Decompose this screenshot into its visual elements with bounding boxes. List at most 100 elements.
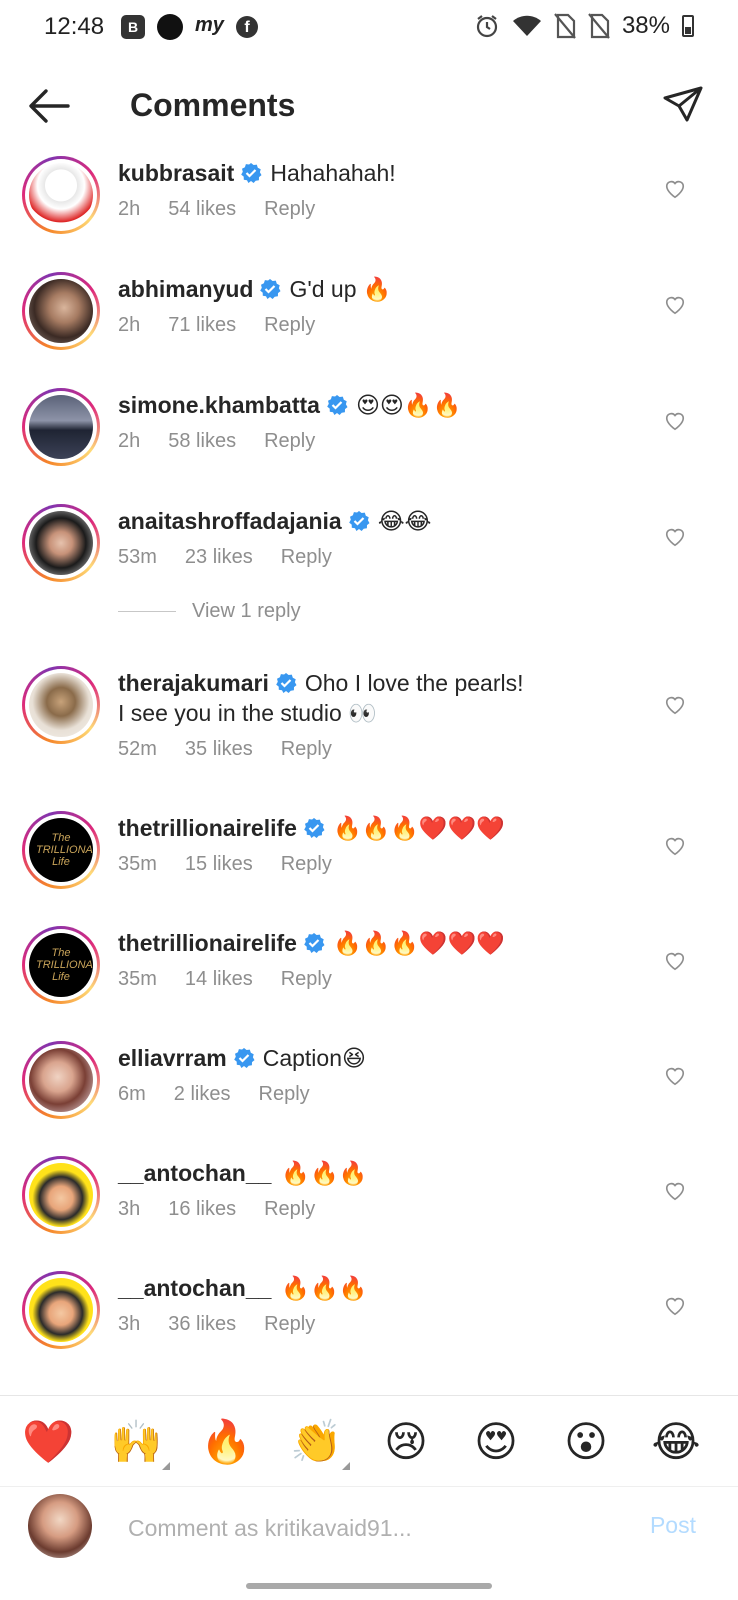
comment-time: 3h	[118, 1198, 141, 1220]
comment-likes[interactable]: 54 likes	[168, 198, 236, 221]
avatar[interactable]	[22, 1156, 100, 1234]
avatar[interactable]: The TRILLIONAIRE Life	[22, 926, 100, 1004]
avatar[interactable]	[22, 156, 100, 234]
like-heart-icon[interactable]	[664, 410, 686, 432]
comment-text: 🔥🔥🔥❤️❤️❤️	[332, 815, 505, 841]
skin-tone-indicator-icon	[342, 1462, 350, 1470]
comment-likes[interactable]: 58 likes	[168, 430, 236, 453]
comment-meta: 2h 71 likes Reply	[118, 314, 315, 337]
comment-body: anaitashroffadajania 😂😂	[118, 506, 658, 536]
reply-button[interactable]: Reply	[281, 853, 332, 876]
like-heart-icon[interactable]	[664, 1295, 686, 1317]
avatar[interactable]	[22, 272, 100, 350]
avatar[interactable]	[22, 388, 100, 466]
avatar[interactable]	[22, 1271, 100, 1349]
comment-likes[interactable]: 16 likes	[168, 1198, 236, 1221]
comment-likes[interactable]: 14 likes	[185, 968, 253, 991]
comment-body: kubbrasait Hahahahah!	[118, 158, 658, 188]
comment-username[interactable]: therajakumari	[118, 670, 269, 696]
facebook-icon: f	[236, 16, 258, 38]
comment-likes[interactable]: 71 likes	[168, 314, 236, 337]
like-heart-icon[interactable]	[664, 294, 686, 316]
reply-button[interactable]: Reply	[264, 1198, 315, 1221]
comment-meta: 2h 54 likes Reply	[118, 198, 315, 221]
reply-button[interactable]: Reply	[259, 1083, 310, 1106]
back-arrow-icon[interactable]	[26, 86, 72, 126]
tears-of-joy-emoji-button[interactable]: 😂	[650, 1416, 702, 1468]
crying-face-emoji-button[interactable]: 😢	[380, 1416, 432, 1468]
comment-meta: 2h 58 likes Reply	[118, 430, 315, 453]
fire-emoji-button[interactable]: 🔥	[200, 1416, 252, 1468]
comment-username[interactable]: abhimanyud	[118, 276, 253, 302]
surprised-face-emoji-button[interactable]: 😮	[560, 1416, 612, 1468]
reply-button[interactable]: Reply	[281, 546, 332, 569]
comment-text: G'd up 🔥	[289, 276, 392, 302]
comment-likes[interactable]: 15 likes	[185, 853, 253, 876]
reply-button[interactable]: Reply	[264, 430, 315, 453]
comment-meta: 3h 16 likes Reply	[118, 1198, 315, 1221]
reply-button[interactable]: Reply	[264, 198, 315, 221]
avatar[interactable]	[22, 666, 100, 744]
comment-body: abhimanyud G'd up 🔥	[118, 274, 658, 304]
comment-time: 3h	[118, 1313, 141, 1335]
reply-button[interactable]: Reply	[281, 738, 332, 761]
comment-username[interactable]: thetrillionairelife	[118, 930, 297, 956]
comment-body: thetrillionairelife 🔥🔥🔥❤️❤️❤️	[118, 813, 658, 843]
like-heart-icon[interactable]	[664, 1065, 686, 1087]
verified-badge-icon	[233, 1048, 255, 1068]
post-button[interactable]: Post	[650, 1512, 696, 1539]
comment-body: __antochan__ 🔥🔥🔥	[118, 1273, 658, 1303]
no-sim-icon	[554, 13, 576, 39]
comment-username[interactable]: thetrillionairelife	[118, 815, 297, 841]
heart-eyes-emoji-button[interactable]: 😍	[470, 1416, 522, 1468]
raised-hands-emoji-button[interactable]: 🙌	[110, 1416, 162, 1468]
comment-time: 2h	[118, 198, 141, 220]
comment-time: 2h	[118, 430, 141, 452]
comment-meta: 35m 14 likes Reply	[118, 968, 332, 991]
comment-text-line2: I see you in the studio 👀	[118, 700, 377, 726]
avatar[interactable]	[22, 1041, 100, 1119]
avatar[interactable]	[22, 504, 100, 582]
like-heart-icon[interactable]	[664, 178, 686, 200]
comment-body: simone.khambatta 😍😍🔥🔥	[118, 390, 658, 420]
comment-username[interactable]: __antochan__	[118, 1160, 271, 1186]
send-direct-icon[interactable]	[662, 84, 704, 126]
reply-button[interactable]: Reply	[264, 314, 315, 337]
current-user-avatar	[28, 1494, 92, 1558]
comment-time: 6m	[118, 1083, 146, 1105]
skin-tone-indicator-icon	[162, 1462, 170, 1470]
comment-likes[interactable]: 2 likes	[174, 1083, 231, 1106]
comment-time: 35m	[118, 968, 157, 990]
comment-time: 35m	[118, 853, 157, 875]
comment-likes[interactable]: 35 likes	[185, 738, 253, 761]
like-heart-icon[interactable]	[664, 526, 686, 548]
verified-badge-icon	[304, 933, 325, 953]
like-heart-icon[interactable]	[664, 694, 686, 716]
comment-time: 52m	[118, 738, 157, 760]
like-heart-icon[interactable]	[664, 835, 686, 857]
comment-text: 🔥🔥🔥	[281, 1275, 368, 1301]
view-replies-button[interactable]: View 1 reply	[118, 600, 301, 623]
comment-username[interactable]: kubbrasait	[118, 160, 234, 186]
comment-username[interactable]: anaitashroffadajania	[118, 508, 342, 534]
circle-app-icon	[157, 14, 183, 40]
comment-meta: 52m 35 likes Reply	[118, 738, 332, 761]
page-title: Comments	[130, 87, 296, 123]
comment-username[interactable]: __antochan__	[118, 1275, 271, 1301]
comment-meta: 35m 15 likes Reply	[118, 853, 332, 876]
reply-button[interactable]: Reply	[264, 1313, 315, 1336]
comment-meta: 6m 2 likes Reply	[118, 1083, 310, 1106]
comment-likes[interactable]: 36 likes	[168, 1313, 236, 1336]
home-indicator[interactable]	[246, 1583, 492, 1589]
like-heart-icon[interactable]	[664, 1180, 686, 1202]
comment-likes[interactable]: 23 likes	[185, 546, 253, 569]
comment-input[interactable]	[128, 1508, 608, 1548]
like-heart-icon[interactable]	[664, 950, 686, 972]
red-heart-emoji-button[interactable]: ❤️	[22, 1416, 74, 1468]
comment-username[interactable]: elliavrram	[118, 1045, 227, 1071]
clapping-hands-emoji-button[interactable]: 👏	[290, 1416, 342, 1468]
reply-button[interactable]: Reply	[281, 968, 332, 991]
avatar[interactable]: The TRILLIONAIRE Life	[22, 811, 100, 889]
verified-badge-icon	[348, 511, 370, 531]
comment-username[interactable]: simone.khambatta	[118, 392, 320, 418]
